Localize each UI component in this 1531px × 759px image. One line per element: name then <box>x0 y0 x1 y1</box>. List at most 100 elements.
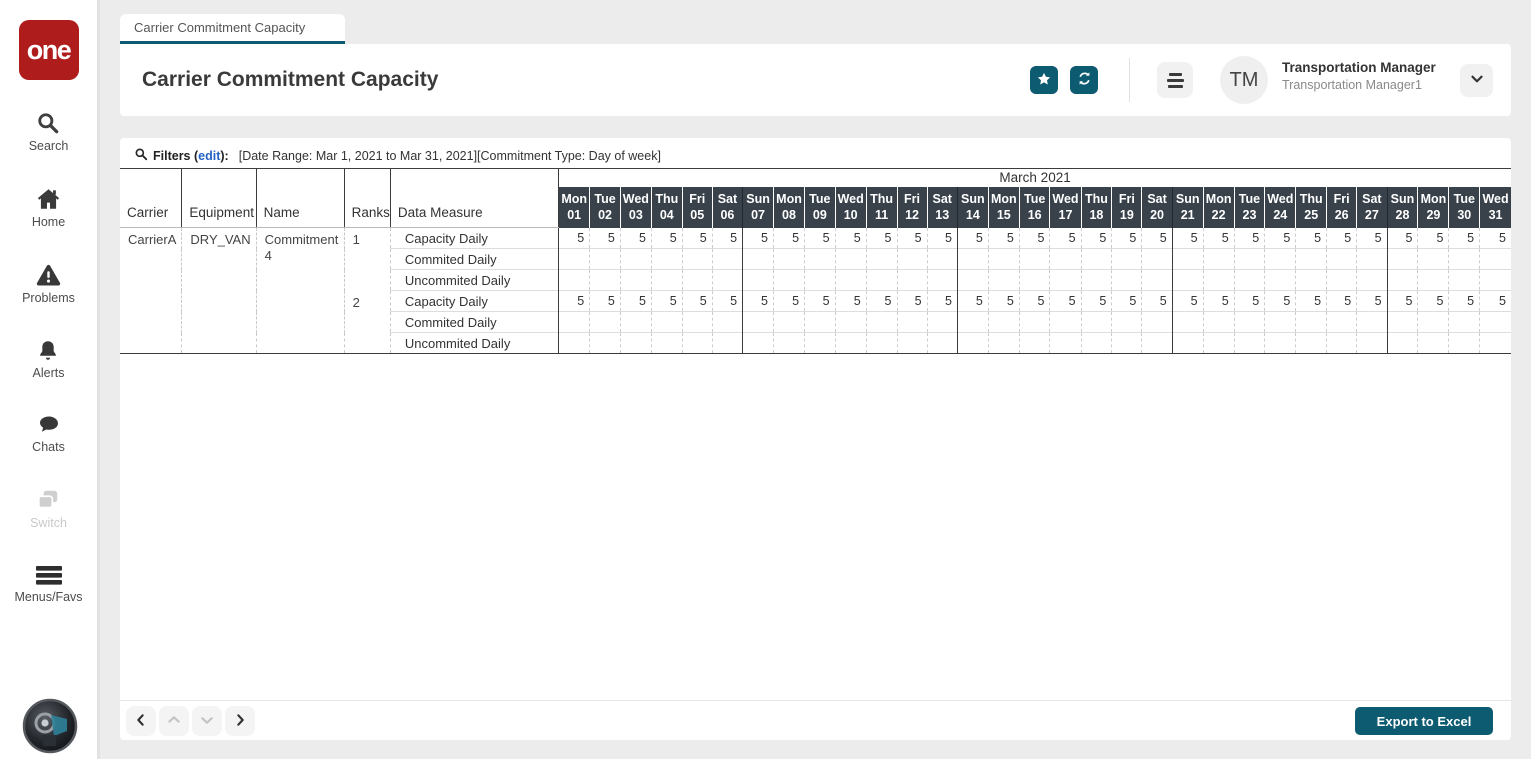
scroll-left-button[interactable] <box>126 706 156 736</box>
value-cell <box>619 248 652 270</box>
commitment-capacity-table: Carrier Equipment Name Ranks Data Measure Mar… <box>120 168 1511 354</box>
value-cell <box>896 269 928 291</box>
switch-icon <box>35 487 61 513</box>
value-cell <box>1202 269 1235 291</box>
sidebar-item-label: Switch <box>30 516 67 530</box>
value-cell: 5 <box>1356 227 1388 249</box>
chevron-down-icon <box>199 712 215 731</box>
value-cell: 5 <box>1479 227 1511 249</box>
value-cell <box>1386 269 1418 291</box>
value-cell <box>1080 332 1112 354</box>
content-panel: Filters (edit): [Date Range: Mar 1, 2021… <box>120 138 1511 740</box>
value-cell <box>987 248 1020 270</box>
filters-edit-link[interactable]: edit <box>198 149 220 163</box>
value-cell: 5 <box>1479 290 1511 312</box>
user-avatar[interactable]: TM <box>1220 56 1268 104</box>
value-cell <box>1417 332 1449 354</box>
sidebar-item-search[interactable]: Search <box>29 110 68 153</box>
value-cell <box>1233 269 1265 291</box>
value-cell <box>1018 269 1050 291</box>
sidebar-item-home[interactable]: Home <box>32 186 65 229</box>
value-cell <box>1141 311 1173 333</box>
day-header-thu-25: Thu 25 <box>1295 186 1327 228</box>
chevron-left-icon <box>133 712 149 731</box>
value-cell <box>1141 332 1173 354</box>
export-to-excel-button[interactable]: Export to Excel <box>1355 707 1493 735</box>
sidebar-item-chats[interactable]: Chats <box>32 413 65 454</box>
hamburger-icon <box>1166 72 1184 88</box>
value-cell: 5 <box>1171 290 1204 312</box>
value-cell: 5 <box>558 227 590 249</box>
value-cell: 5 <box>1018 227 1050 249</box>
value-cell <box>742 248 774 270</box>
value-cell: 5 <box>650 227 683 249</box>
value-cell: 5 <box>1356 290 1388 312</box>
value-cell <box>987 311 1020 333</box>
refresh-button[interactable] <box>1070 66 1098 94</box>
measure-cell: Uncommited Daily <box>389 269 559 291</box>
value-cell: 5 <box>896 290 928 312</box>
bell-icon <box>36 338 60 363</box>
value-cell <box>956 269 989 291</box>
value-cell <box>589 248 621 270</box>
value-cell <box>772 269 805 291</box>
value-cell <box>804 269 836 291</box>
value-cell <box>1386 332 1418 354</box>
value-cell: 5 <box>926 227 958 249</box>
value-cell <box>711 311 743 333</box>
value-cell <box>1326 248 1357 270</box>
value-cell <box>650 269 683 291</box>
scroll-right-button[interactable] <box>225 706 255 736</box>
value-cell <box>650 332 683 354</box>
day-header-fri-19: Fri 19 <box>1111 186 1142 228</box>
sidebar-item-menus-favs[interactable]: Menus/Favs <box>14 563 83 604</box>
user-menu-toggle[interactable] <box>1460 64 1493 97</box>
value-cell <box>558 311 590 333</box>
value-cell <box>956 311 989 333</box>
value-cell: 5 <box>1202 290 1235 312</box>
value-cell <box>1080 248 1112 270</box>
value-cell: 5 <box>711 227 743 249</box>
value-cell: 5 <box>681 227 713 249</box>
scroll-up-button <box>159 706 189 736</box>
measure-cell: Commited Daily <box>389 248 559 270</box>
value-cell: 5 <box>558 290 590 312</box>
one-network-logo[interactable]: one <box>18 20 79 80</box>
value-cell: 5 <box>1111 227 1142 249</box>
value-cell <box>1417 248 1449 270</box>
value-cell: 5 <box>804 290 836 312</box>
favorite-button[interactable] <box>1030 66 1058 94</box>
sidebar-item-label: Alerts <box>32 366 65 380</box>
value-cell <box>804 311 836 333</box>
sidebar-item-alerts[interactable]: Alerts <box>32 338 65 380</box>
value-cell: 5 <box>1264 290 1296 312</box>
value-cell: 5 <box>865 227 897 249</box>
value-cell <box>865 332 897 354</box>
value-cell <box>834 332 867 354</box>
day-header-sat-13: Sat 13 <box>926 186 958 228</box>
value-cell <box>926 248 958 270</box>
value-cell <box>1018 248 1050 270</box>
equipment-cell: DRY_VAN <box>181 227 257 354</box>
value-cell: 5 <box>589 290 621 312</box>
value-cell <box>1479 311 1511 333</box>
value-cell: 5 <box>619 290 652 312</box>
value-cell: 5 <box>1448 290 1480 312</box>
chevron-down-icon <box>1468 70 1486 91</box>
ai-assistant-icon[interactable] <box>22 698 78 754</box>
value-cell <box>711 332 743 354</box>
day-header-wed-31: Wed 31 <box>1479 186 1511 228</box>
header-menu-button[interactable] <box>1157 62 1193 98</box>
value-cell <box>896 332 928 354</box>
value-cell: 5 <box>1386 290 1418 312</box>
value-cell <box>1171 332 1204 354</box>
tab-carrier-commitment-capacity[interactable]: Carrier Commitment Capacity <box>120 14 345 44</box>
value-cell <box>987 332 1020 354</box>
chat-icon <box>36 413 62 437</box>
value-cell <box>1141 269 1173 291</box>
sidebar: one Search Home Problems Alerts Chats Sw… <box>0 0 100 759</box>
value-cell <box>865 269 897 291</box>
value-cell <box>589 311 621 333</box>
measure-cell: Uncommited Daily <box>389 332 559 354</box>
sidebar-item-problems[interactable]: Problems <box>22 262 75 305</box>
